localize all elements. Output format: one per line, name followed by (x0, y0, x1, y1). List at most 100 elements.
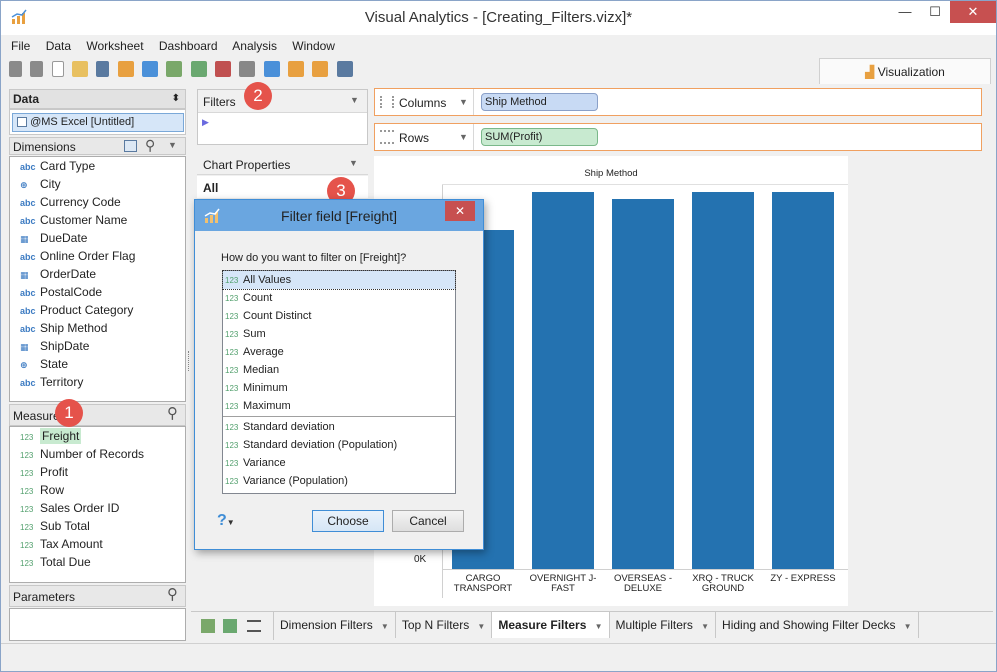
minimize-button[interactable]: — (890, 1, 920, 23)
field-item[interactable]: 123 Sales Order ID (10, 499, 185, 517)
aggregation-option[interactable]: 123 Maximum (223, 397, 455, 415)
field-item[interactable]: ▦ ShipDate (10, 337, 185, 355)
search-icon[interactable]: ⚲ (145, 137, 155, 154)
chart-bar[interactable] (612, 199, 674, 569)
aggregation-option-label: Count (243, 292, 273, 304)
field-item[interactable]: abc PostalCode (10, 283, 185, 301)
sheet-tab-chevron-icon[interactable]: ▼ (475, 622, 485, 631)
aggregation-option[interactable]: 123 Variance (223, 454, 455, 472)
sort-ascending-icon[interactable] (288, 61, 305, 77)
aggregation-option[interactable]: 123 Standard deviation (Population) (223, 436, 455, 454)
aggregation-option[interactable]: 123 Variance (Population) (223, 472, 455, 490)
field-item[interactable]: abc Currency Code (10, 193, 185, 211)
datasource-item[interactable]: @MS Excel [Untitled] (12, 113, 184, 132)
new-worksheet-icon[interactable] (201, 619, 215, 633)
field-item[interactable]: abc Ship Method (10, 319, 185, 337)
chart-bar[interactable] (692, 191, 754, 569)
help-icon[interactable]: ?▼ (217, 512, 235, 530)
sheet-tab-chevron-icon[interactable]: ▼ (699, 622, 709, 631)
field-item[interactable]: 123 Number of Records (10, 445, 185, 463)
field-item[interactable]: ⊕ State (10, 355, 185, 373)
field-item[interactable]: 123 Freight (10, 427, 185, 445)
filters-panel[interactable]: Filters ▼ ▶ (197, 89, 368, 145)
chart-properties-header[interactable]: Chart Properties ▼ (197, 153, 368, 175)
field-item[interactable]: abc Customer Name (10, 211, 185, 229)
rows-pill-sum-profit[interactable]: SUM(Profit) (481, 128, 598, 146)
field-item[interactable]: 123 Profit (10, 463, 185, 481)
sheet-tab-chevron-icon[interactable]: ▼ (379, 622, 389, 631)
sort-arrows-icon[interactable]: ⬍ (172, 90, 180, 108)
field-item[interactable]: 123 Row (10, 481, 185, 499)
new-dashboard-icon[interactable] (190, 61, 207, 77)
aggregation-option[interactable]: 123 Average (223, 343, 455, 361)
menu-file[interactable]: File (11, 39, 30, 53)
field-item[interactable]: 123 Tax Amount (10, 535, 185, 553)
menu-dashboard[interactable]: Dashboard (159, 39, 218, 53)
menu-window[interactable]: Window (292, 39, 335, 53)
parameters-search-icon[interactable]: ⚲ (167, 585, 178, 603)
rows-shelf[interactable]: Rows ▼ SUM(Profit) (374, 123, 982, 151)
field-item[interactable]: 123 Sub Total (10, 517, 185, 535)
field-item[interactable]: ⊕ City (10, 175, 185, 193)
maximize-button[interactable]: ☐ (920, 1, 950, 23)
sheet-tab[interactable]: Hiding and Showing Filter Decks ▼ (716, 612, 919, 638)
chart-properties-chevron-icon[interactable]: ▼ (349, 158, 358, 168)
aggregation-option[interactable]: 123 Minimum (223, 379, 455, 397)
field-item[interactable]: abc Online Order Flag (10, 247, 185, 265)
measures-search-icon[interactable]: ⚲ (167, 404, 178, 422)
sheet-tab[interactable]: Dimension Filters ▼ (274, 612, 396, 638)
tab-visualization[interactable]: ▟ Visualization (819, 58, 991, 84)
table-view-icon[interactable] (124, 140, 137, 152)
open-folder-icon[interactable] (72, 61, 89, 77)
undo-icon[interactable] (9, 61, 22, 77)
field-item[interactable]: ▦ OrderDate (10, 265, 185, 283)
columns-pill-ship-method[interactable]: Ship Method (481, 93, 598, 111)
field-item[interactable]: abc Territory (10, 373, 185, 391)
dialog-close-button[interactable]: ✕ (445, 201, 475, 221)
aggregation-option[interactable]: 123 Standard deviation (223, 418, 455, 436)
sheet-tab-chevron-icon[interactable]: ▼ (592, 622, 603, 631)
chart-bar[interactable] (772, 191, 834, 569)
aggregation-option-label: Median (243, 364, 280, 376)
cancel-button[interactable]: Cancel (392, 510, 464, 532)
aggregation-option[interactable]: 123 Sum (223, 325, 455, 343)
dimensions-menu-chevron-icon[interactable]: ▼ (168, 140, 177, 150)
menu-analysis[interactable]: Analysis (232, 39, 277, 53)
redo-icon[interactable] (30, 61, 44, 77)
filters-menu-chevron-icon[interactable]: ▼ (350, 95, 359, 105)
refresh-icon[interactable] (142, 61, 159, 77)
sheet-tab[interactable]: Multiple Filters ▼ (610, 612, 717, 638)
menu-worksheet[interactable]: Worksheet (86, 39, 143, 53)
chart-bar[interactable] (532, 191, 594, 569)
field-item[interactable]: 123 Total Due (10, 553, 185, 571)
close-window-button[interactable]: ✕ (950, 1, 996, 23)
aggregation-option[interactable]: 123 Count (223, 289, 455, 307)
swap-icon[interactable] (239, 61, 256, 77)
new-dashboard-tab-icon[interactable] (223, 619, 237, 633)
paint-brush-icon[interactable] (117, 61, 134, 77)
sheet-tab[interactable]: Measure Filters ▼ (492, 612, 610, 638)
fit-icon[interactable] (336, 61, 353, 77)
aggregation-option[interactable]: 123 All Values (222, 270, 456, 290)
field-item[interactable]: abc Product Category (10, 301, 185, 319)
select-icon[interactable] (263, 61, 280, 77)
menu-data[interactable]: Data (46, 39, 71, 53)
save-icon[interactable] (96, 61, 110, 77)
rows-chevron-icon[interactable]: ▼ (459, 132, 468, 142)
field-item[interactable]: ▦ DueDate (10, 229, 185, 247)
new-sheet-icon[interactable] (166, 61, 183, 77)
columns-shelf[interactable]: Columns ▼ Ship Method (374, 88, 982, 116)
aggregation-option[interactable]: 123 Count Distinct (223, 307, 455, 325)
choose-button[interactable]: Choose (312, 510, 384, 532)
sheet-tab[interactable]: Top N Filters ▼ (396, 612, 493, 638)
sort-descending-icon[interactable] (312, 61, 329, 77)
sheet-tab-chevron-icon[interactable]: ▼ (901, 622, 912, 631)
field-item[interactable]: abc Card Type (10, 157, 185, 175)
pane-splitter-handle[interactable] (188, 351, 190, 371)
aggregation-option[interactable]: 123 Median (223, 361, 455, 379)
clear-sheet-icon[interactable] (215, 61, 232, 77)
chart-properties-label: Chart Properties (203, 158, 291, 172)
new-file-icon[interactable] (51, 61, 64, 77)
columns-chevron-icon[interactable]: ▼ (459, 97, 468, 107)
sheet-list-icon[interactable] (247, 620, 261, 632)
